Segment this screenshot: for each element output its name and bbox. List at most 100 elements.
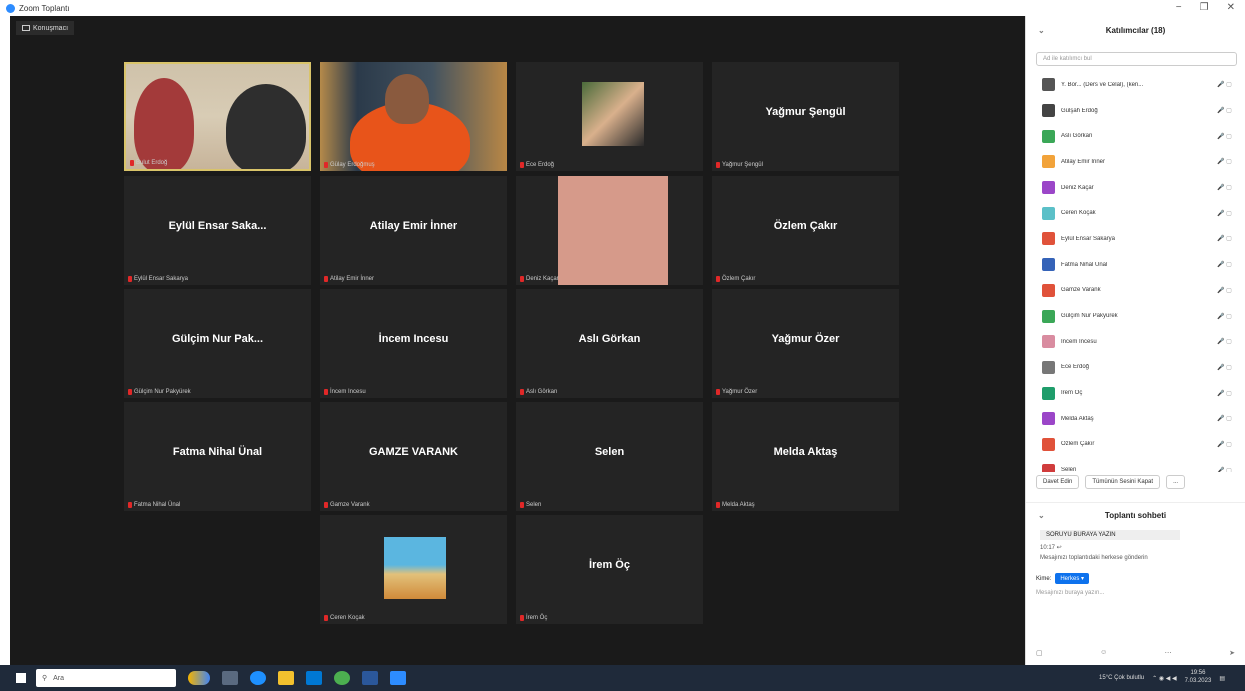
mic-video-icons[interactable]: 🎤 ▢ <box>1217 338 1245 345</box>
windows-start-icon[interactable] <box>16 673 26 683</box>
mic-video-icons[interactable]: 🎤 ▢ <box>1217 313 1245 320</box>
participant-name-label: Ceren Koçak <box>324 615 365 621</box>
participant-row[interactable]: Fatma Nihal Ünal 🎤 ▢ <box>1026 252 1245 278</box>
recipient-row: Kime: Herkes ▾ <box>1026 571 1245 586</box>
mic-video-icons[interactable]: 🎤 ▢ <box>1217 467 1245 472</box>
tray-icons[interactable]: ⌃ ◉ ◀ ◀ <box>1152 675 1177 682</box>
mic-video-icons[interactable]: 🎤 ▢ <box>1217 235 1245 242</box>
video-tile[interactable]: Deniz Kaçar <box>516 176 703 285</box>
view-toggle-button[interactable]: Konuşmacı <box>16 21 75 35</box>
zoom-taskbar-icon[interactable] <box>390 671 406 685</box>
video-tile[interactable]: Ece Erdoğ <box>516 62 703 171</box>
muted-mic-icon <box>520 615 524 621</box>
participant-row[interactable]: Deniz Kaçar 🎤 ▢ <box>1026 175 1245 201</box>
participant-row[interactable]: Y. Bor... (Ders ve Celal), (ken... 🎤 ▢ <box>1026 72 1245 98</box>
participant-name-label: Gamze Varank <box>324 502 370 508</box>
participant-row[interactable]: Özlem Çakır 🎤 ▢ <box>1026 432 1245 458</box>
emoji-icon[interactable]: ☺ <box>1100 649 1107 657</box>
mic-video-icons[interactable]: 🎤 ▢ <box>1217 158 1245 165</box>
participant-avatar <box>1042 412 1055 426</box>
video-tile[interactable]: Bulut Erdoğ <box>124 62 311 171</box>
chat-collapse-chevron-icon[interactable]: ⌄ <box>1038 511 1045 520</box>
video-tile[interactable]: Yağmur Özer Yağmur Özer <box>712 289 899 398</box>
more-icon[interactable]: ⋯ <box>1165 649 1172 657</box>
participant-row[interactable]: Gamze Varank 🎤 ▢ <box>1026 278 1245 304</box>
participant-name-label: İrem Öç <box>520 615 547 621</box>
muted-mic-icon <box>520 389 524 395</box>
participant-row[interactable]: İrem Öç 🎤 ▢ <box>1026 380 1245 406</box>
invite-button[interactable]: Davet Edin <box>1036 475 1080 489</box>
video-tile[interactable]: Atilay Emir İnner Atilay Emir İnner <box>320 176 507 285</box>
mic-video-icons[interactable]: 🎤 ▢ <box>1217 184 1245 191</box>
video-tile[interactable]: Aslı Görkan Aslı Görkan <box>516 289 703 398</box>
participant-row[interactable]: Aslı Görkan 🎤 ▢ <box>1026 123 1245 149</box>
file-explorer-icon[interactable] <box>278 671 294 685</box>
mic-video-icons[interactable]: 🎤 ▢ <box>1217 441 1245 448</box>
edge-browser-icon[interactable] <box>250 671 266 685</box>
participant-search-input[interactable]: Ad ile katılımcı bul <box>1036 52 1237 66</box>
mic-video-icons[interactable]: 🎤 ▢ <box>1217 133 1245 140</box>
video-tile[interactable]: Gülay Erdoğmuş <box>320 62 507 171</box>
video-tile[interactable]: İncem Incesu İncem Incesu <box>320 289 507 398</box>
chat-input[interactable]: Mesajınızı buraya yazın... <box>1026 586 1245 600</box>
participant-avatar <box>1042 129 1055 143</box>
minimize-button[interactable]: − <box>1176 2 1182 13</box>
participant-video <box>385 74 429 124</box>
mic-video-icons[interactable]: 🎤 ▢ <box>1217 261 1245 268</box>
weather-tray-text[interactable]: 15°C Çok bulutlu <box>1099 675 1144 681</box>
participant-row[interactable]: Ceren Koçak 🎤 ▢ <box>1026 200 1245 226</box>
video-tile[interactable]: Fatma Nihal Ünal Fatma Nihal Ünal <box>124 402 311 511</box>
mute-all-button[interactable]: Tümünün Sesini Kapat <box>1085 475 1161 489</box>
mic-video-icons[interactable]: 🎤 ▢ <box>1217 364 1245 371</box>
send-icon[interactable]: ➤ <box>1229 649 1235 657</box>
weather-widget-icon[interactable] <box>188 671 210 685</box>
participant-display-name: İncem Incesu <box>378 333 449 345</box>
participant-row[interactable]: Eylül Ensar Sakarya 🎤 ▢ <box>1026 226 1245 252</box>
recipient-dropdown[interactable]: Herkes ▾ <box>1055 573 1090 584</box>
video-tile[interactable]: Gülçim Nur Pak... Gülçim Nur Pakyürek <box>124 289 311 398</box>
task-view-icon[interactable] <box>222 671 238 685</box>
notification-icon[interactable]: ▤ <box>1219 675 1225 682</box>
video-tile[interactable]: Özlem Çakır Özlem Çakır <box>712 176 899 285</box>
mic-video-icons[interactable]: 🎤 ▢ <box>1217 210 1245 217</box>
video-tile[interactable]: Ceren Koçak <box>320 515 507 624</box>
participant-name: Deniz Kaçar <box>1061 184 1094 191</box>
participant-actions: Davet Edin Tümünün Sesini Kapat ... <box>1026 472 1245 492</box>
participant-name: İrem Öç <box>1061 390 1083 397</box>
participant-row[interactable]: Atilay Emir İnner 🎤 ▢ <box>1026 149 1245 175</box>
participant-display-name: Melda Aktaş <box>773 446 838 458</box>
video-tile[interactable]: Eylül Ensar Saka... Eylül Ensar Sakarya <box>124 176 311 285</box>
participant-row[interactable]: Selen 🎤 ▢ <box>1026 457 1245 472</box>
maximize-button[interactable]: ❐ <box>1200 2 1209 13</box>
video-tile[interactable]: Melda Aktaş Melda Aktaş <box>712 402 899 511</box>
mic-video-icons[interactable]: 🎤 ▢ <box>1217 287 1245 294</box>
clock[interactable]: 19:56 7.03.2023 <box>1185 670 1212 686</box>
participant-row[interactable]: Gülçim Nur Pakyürek 🎤 ▢ <box>1026 303 1245 329</box>
participant-row[interactable]: Gülşah Erdoğ 🎤 ▢ <box>1026 98 1245 124</box>
mic-video-icons[interactable]: 🎤 ▢ <box>1217 415 1245 422</box>
file-icon[interactable]: ▢ <box>1036 649 1043 657</box>
participant-name-label: Eylül Ensar Sakarya <box>128 276 188 282</box>
video-tile[interactable]: GAMZE VARANK Gamze Varank <box>320 402 507 511</box>
mic-video-icons[interactable]: 🎤 ▢ <box>1217 81 1245 88</box>
participant-row[interactable]: İncem Incesu 🎤 ▢ <box>1026 329 1245 355</box>
chrome-icon[interactable] <box>334 671 350 685</box>
participant-display-name: GAMZE VARANK <box>368 446 458 458</box>
video-tile[interactable]: Selen Selen <box>516 402 703 511</box>
mic-video-icons[interactable]: 🎤 ▢ <box>1217 107 1245 114</box>
muted-mic-icon <box>520 502 524 508</box>
participant-avatar <box>1042 386 1055 400</box>
close-button[interactable]: ✕ <box>1227 2 1235 13</box>
taskbar-search-input[interactable]: ⚲ Ara <box>36 669 176 687</box>
participant-list: Y. Bor... (Ders ve Celal), (ken... 🎤 ▢ Gül… <box>1026 72 1245 472</box>
video-tile[interactable]: İrem Öç İrem Öç <box>516 515 703 624</box>
participant-name-label: Selen <box>520 502 541 508</box>
more-button[interactable]: ... <box>1166 475 1186 489</box>
mic-video-icons[interactable]: 🎤 ▢ <box>1217 390 1245 397</box>
collapse-chevron-icon[interactable]: ⌄ <box>1038 26 1045 35</box>
word-icon[interactable] <box>362 671 378 685</box>
store-icon[interactable] <box>306 671 322 685</box>
participant-row[interactable]: Melda Aktaş 🎤 ▢ <box>1026 406 1245 432</box>
video-tile[interactable]: Yağmur Şengül Yağmur Şengül <box>712 62 899 171</box>
participant-row[interactable]: Ece Erdoğ 🎤 ▢ <box>1026 355 1245 381</box>
